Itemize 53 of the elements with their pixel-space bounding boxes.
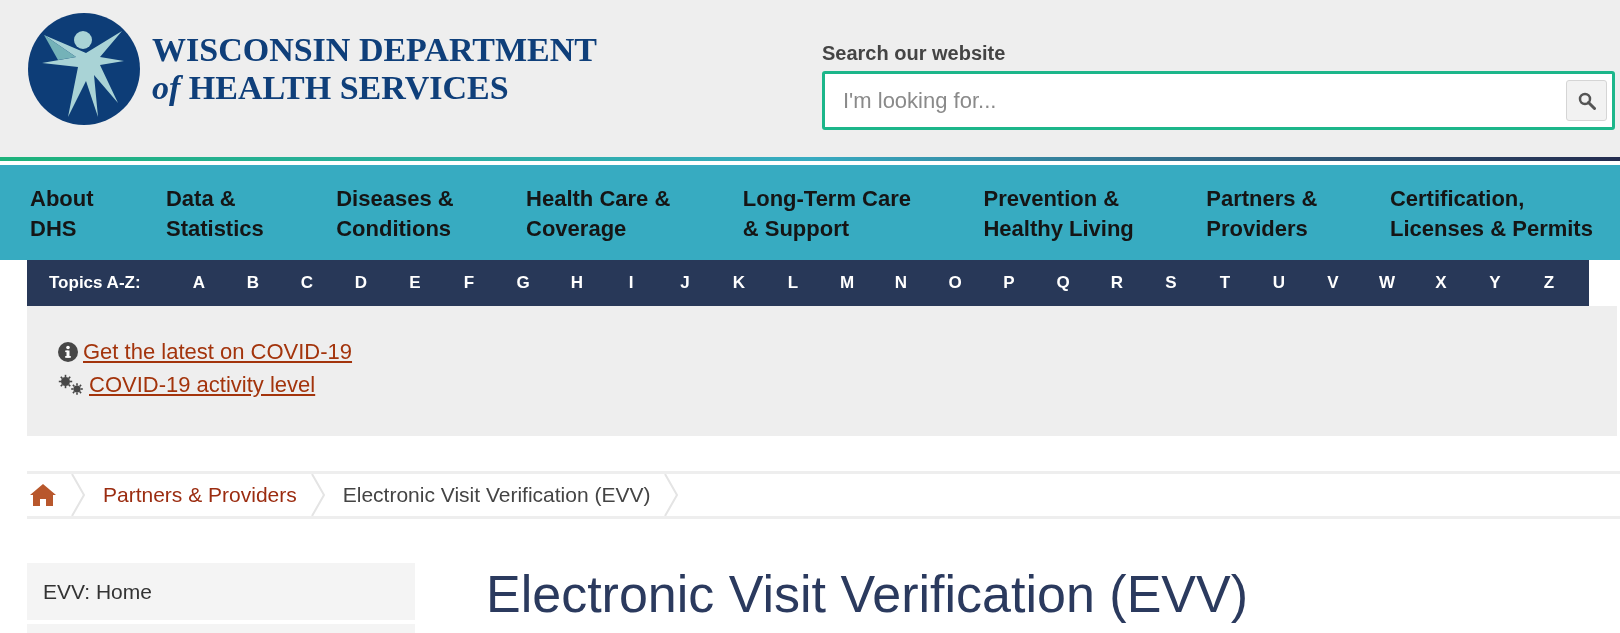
topic-letter-link[interactable]: N: [894, 270, 908, 296]
nav-link[interactable]: About DHS: [30, 184, 94, 260]
search-icon: [1577, 91, 1596, 110]
topic-letter-link[interactable]: G: [516, 270, 530, 296]
topic-letter-link[interactable]: E: [409, 270, 421, 296]
nav-link[interactable]: Certification, Licenses & Permits: [1389, 184, 1593, 260]
topic-letter-link[interactable]: F: [463, 270, 475, 296]
chevron-icon: [664, 474, 679, 516]
search-field[interactable]: I'm looking for...: [822, 71, 1615, 130]
topic-letter-link[interactable]: P: [1003, 270, 1015, 296]
site-name: WISCONSIN DEPARTMENT of HEALTH SERVICES: [152, 31, 597, 107]
home-icon: [29, 483, 57, 507]
logo-emblem-icon: [28, 13, 140, 125]
nav-link[interactable]: Diseases & Conditions: [336, 184, 454, 260]
topic-letter-link[interactable]: V: [1327, 270, 1339, 296]
virus-icon: [58, 373, 84, 396]
topic-letter-link[interactable]: C: [300, 270, 314, 296]
info-icon: [58, 341, 78, 362]
topics-label: Topics A-Z:: [49, 272, 141, 295]
nav-link[interactable]: Partners & Providers: [1206, 184, 1318, 260]
topic-letter-link[interactable]: K: [732, 270, 746, 296]
topic-letter-link[interactable]: Q: [1056, 270, 1070, 296]
nav-link[interactable]: Data & Statistics: [165, 184, 264, 260]
breadcrumb-link[interactable]: Partners & Providers: [103, 479, 297, 511]
topic-letter-link[interactable]: L: [787, 270, 799, 296]
topic-letter-link[interactable]: Z: [1543, 270, 1555, 296]
sidebar-item[interactable]: EVV: Home: [27, 563, 415, 620]
search-label: Search our website: [822, 41, 1007, 65]
topic-letter-link[interactable]: M: [839, 270, 855, 296]
alert-link[interactable]: Get the latest on COVID-19: [83, 337, 353, 366]
topic-letter-link[interactable]: J: [680, 270, 690, 296]
topic-letter-link[interactable]: H: [570, 270, 584, 296]
search-button[interactable]: [1566, 80, 1607, 121]
breadcrumb-current: Electronic Visit Verification (EVV): [342, 482, 651, 509]
topic-letter-link[interactable]: W: [1378, 270, 1395, 296]
nav-link[interactable]: Long-Term Care & Support: [742, 184, 912, 260]
topic-letter-link[interactable]: T: [1219, 270, 1231, 296]
topic-letter-link[interactable]: O: [948, 270, 962, 296]
chevron-icon: [71, 474, 85, 516]
topic-letter-link[interactable]: X: [1435, 270, 1447, 296]
alert-link[interactable]: COVID-19 activity level: [89, 370, 316, 399]
nav-link[interactable]: Health Care & Coverage: [526, 184, 671, 260]
topic-letter-link[interactable]: U: [1272, 270, 1286, 296]
chevron-icon: [310, 474, 325, 516]
topic-letter-link[interactable]: D: [354, 270, 368, 296]
topic-letter-link[interactable]: S: [1165, 270, 1177, 296]
page-title: Electronic Visit Verification (EVV): [486, 564, 1248, 624]
topic-letter-link[interactable]: Y: [1489, 270, 1501, 296]
topic-letter-link[interactable]: B: [246, 270, 260, 296]
topic-letter-link[interactable]: A: [192, 270, 206, 296]
nav-link[interactable]: Prevention & Healthy Living: [983, 184, 1134, 260]
topic-letter-link[interactable]: R: [1110, 270, 1124, 296]
topic-letter-link[interactable]: I: [628, 270, 634, 296]
